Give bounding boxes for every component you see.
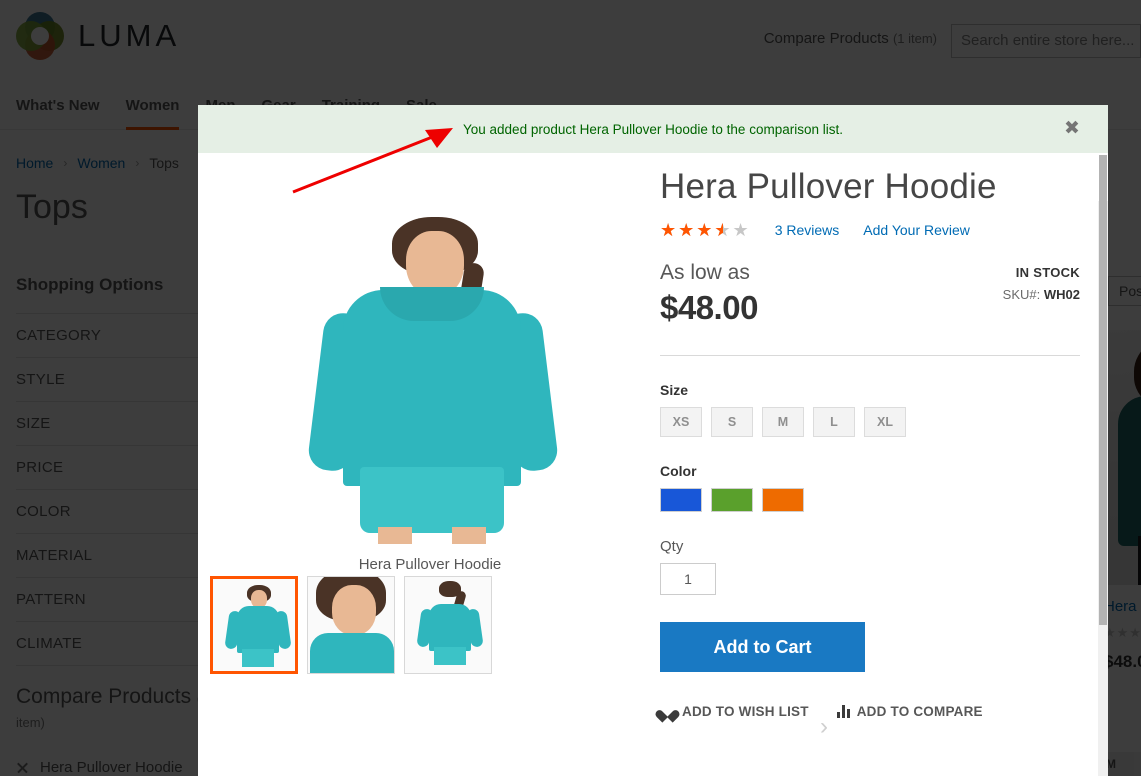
add-to-compare-label: ADD TO COMPARE [856, 704, 983, 719]
product-main-image[interactable] [210, 167, 650, 544]
size-option-xl[interactable]: XL [864, 407, 906, 437]
size-option-s[interactable]: S [711, 407, 753, 437]
screen: LUMA Compare Products (1 item) Search en… [0, 0, 1141, 776]
product-title: Hera Pullover Hoodie [660, 167, 997, 206]
divider [660, 355, 1080, 356]
color-option-blue[interactable] [660, 488, 702, 512]
product-image-caption: Hera Pullover Hoodie [358, 556, 502, 573]
success-message-text: You added product Hera Pullover Hoodie t… [463, 121, 843, 137]
add-to-cart-button[interactable]: Add to Cart [660, 622, 865, 672]
add-to-compare-link[interactable]: ADD TO COMPARE [836, 704, 983, 719]
gallery-thumbnail-2[interactable] [307, 576, 395, 674]
qty-label: Qty [660, 538, 684, 555]
add-to-wish-list-link[interactable]: ADD TO WISH LIST [660, 704, 809, 719]
sku-value: WH02 [1043, 287, 1080, 302]
color-option-green[interactable] [711, 488, 753, 512]
reviews-link[interactable]: 3 Reviews [775, 222, 840, 238]
color-option-label: Color [660, 463, 697, 479]
size-option-xs[interactable]: XS [660, 407, 702, 437]
reviews-label: Reviews [786, 222, 840, 238]
product-quickview-modal: You added product Hera Pullover Hoodie t… [198, 105, 1108, 776]
sku-row: SKU#: WH02 [1003, 287, 1080, 302]
reviews-count: 3 [774, 222, 783, 238]
modal-scrollbar-thumb[interactable] [1099, 155, 1107, 625]
size-options: XS S M L XL [660, 407, 1080, 437]
rating-stars-icon: ★★★★★ ★★★★★ [660, 221, 751, 239]
sku-label: SKU#: [1002, 287, 1041, 302]
color-options [660, 488, 1080, 512]
size-option-l[interactable]: L [813, 407, 855, 437]
add-to-wish-list-label: ADD TO WISH LIST [682, 704, 809, 719]
color-option-orange[interactable] [762, 488, 804, 512]
heart-icon [660, 705, 675, 719]
product-info: Hera Pullover Hoodie ★★★★★ ★★★★★ 3 Revie… [660, 167, 1080, 719]
gallery-thumbnail-3[interactable] [404, 576, 492, 674]
status-badge: IN STOCK [1015, 265, 1080, 280]
add-your-review-link[interactable]: Add Your Review [863, 222, 970, 238]
stock-and-sku: IN STOCK SKU#: WH02 [1003, 265, 1080, 302]
modal-body: Hera Pullover Hoodie › Hera Pullover Hoo… [198, 153, 1108, 776]
bar-chart-icon [836, 705, 850, 718]
gallery-thumbnail-1[interactable] [210, 576, 298, 674]
price-area: As low as $48.00 IN STOCK SKU#: WH02 [660, 261, 1080, 327]
product-gallery: Hera Pullover Hoodie [210, 167, 650, 573]
success-message-bar: You added product Hera Pullover Hoodie t… [198, 105, 1108, 153]
stars-filled: ★★★★★ [660, 221, 723, 239]
gallery-thumbnails [210, 576, 670, 674]
close-icon[interactable]: ✖ [1061, 118, 1083, 140]
product-action-links: ADD TO WISH LIST ADD TO COMPARE [660, 704, 1080, 719]
product-rating-row: ★★★★★ ★★★★★ 3 Reviews Add Your Review [660, 221, 1080, 239]
size-option-m[interactable]: M [762, 407, 804, 437]
size-option-label: Size [660, 382, 689, 398]
qty-input[interactable]: 1 [660, 563, 716, 595]
